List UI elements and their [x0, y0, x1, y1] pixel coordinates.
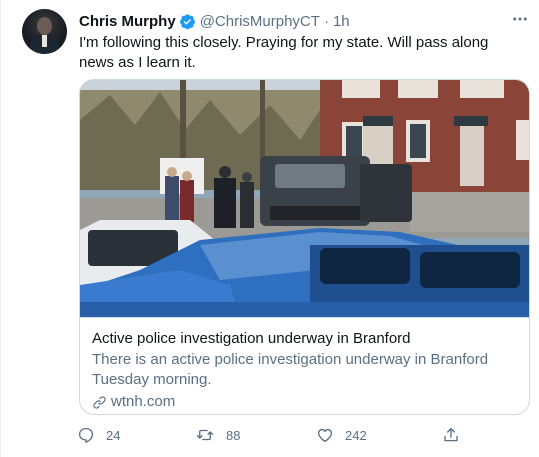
tweet-header: Chris Murphy @ChrisMurphyCT · 1h	[79, 11, 350, 31]
tweet-text: I'm following this closely. Praying for …	[79, 34, 489, 71]
link-card-domain-text: wtnh.com	[111, 393, 176, 410]
reply-icon	[78, 427, 94, 443]
retweet-button[interactable]: 88	[195, 426, 240, 444]
link-card-description: There is an active police investigation …	[92, 351, 489, 388]
share-button[interactable]	[442, 426, 460, 444]
author-name[interactable]: Chris Murphy	[79, 13, 176, 30]
verified-badge-icon	[179, 13, 195, 29]
link-card[interactable]: Active police investigation underway in …	[79, 79, 530, 415]
heart-icon	[317, 428, 333, 443]
reply-count: 24	[106, 427, 121, 443]
link-icon	[93, 395, 106, 409]
link-card-domain: wtnh.com	[92, 392, 519, 412]
avatar-figure-face	[37, 17, 52, 35]
retweet-count: 88	[226, 427, 241, 443]
header-separator: ·	[323, 12, 329, 30]
retweet-icon	[196, 429, 214, 441]
tweet-actions: 24 88 242	[77, 426, 477, 448]
link-card-text[interactable]: Active police investigation underway in …	[80, 317, 529, 414]
avatar-figure-collar	[42, 35, 47, 47]
link-card-title: Active police investigation underway in …	[92, 330, 411, 347]
link-card-image	[80, 80, 529, 317]
more-options-icon[interactable]	[510, 10, 530, 30]
tweet-article[interactable]: Chris Murphy @ChrisMurphyCT · 1h I'm fol…	[0, 0, 539, 457]
more-dots-icon	[513, 17, 527, 21]
police-scene-photo	[80, 80, 529, 317]
avatar[interactable]	[22, 9, 67, 54]
tweet-timestamp[interactable]: 1h	[333, 13, 350, 30]
author-handle[interactable]: @ChrisMurphyCT	[200, 13, 320, 30]
like-count: 242	[345, 427, 367, 443]
reply-button[interactable]: 24	[77, 426, 120, 444]
share-icon	[444, 427, 458, 442]
like-button[interactable]: 242	[316, 426, 367, 444]
